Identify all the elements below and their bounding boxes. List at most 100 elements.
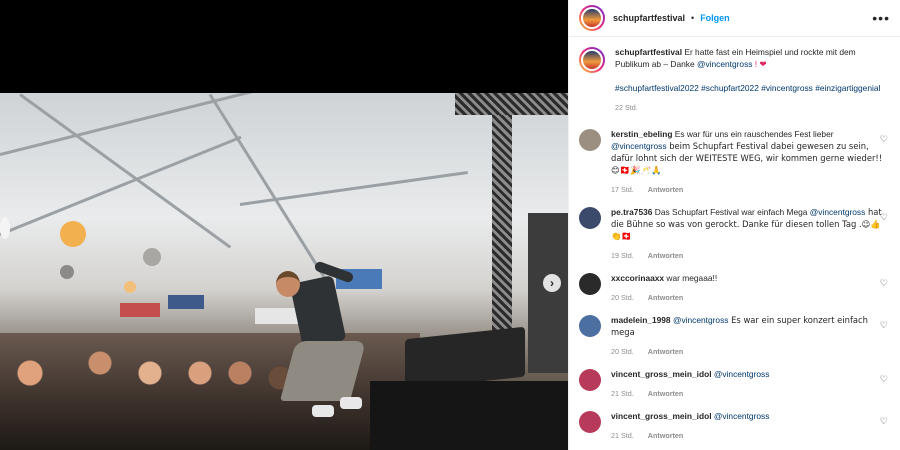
next-image-chevron-right-icon[interactable]: › — [543, 274, 561, 292]
commenter-username[interactable]: xxccorinaaxx — [611, 273, 664, 283]
hashtag-list[interactable]: #schupfartfestival2022 #schupfart2022 #v… — [615, 83, 880, 93]
comments-list[interactable]: schupfartfestival Er hatte fast ein Heim… — [569, 38, 900, 450]
singer-legs — [279, 341, 367, 401]
comment-text: xxccorinaaxx war megaaa!! 20 Std. Antworte… — [611, 272, 883, 304]
comment-mention[interactable]: @vincentgross — [673, 315, 729, 325]
comment-mention[interactable]: @vincentgross — [714, 411, 770, 421]
comment-meta: 21 Std. Antworten — [611, 430, 883, 442]
comment-body-start: Das Schupfart Festival war einfach Mega — [654, 207, 810, 217]
comment-meta: 17 Std. Antworten — [611, 184, 883, 196]
commenter-username[interactable]: vincent_gross_mein_idol — [611, 369, 712, 379]
jumping-singer — [268, 260, 368, 435]
comment-meta: 20 Std. Antworten — [611, 346, 883, 358]
separator-dot: • — [691, 13, 695, 23]
account-avatar[interactable] — [579, 5, 605, 31]
commenter-username[interactable]: pe.tra7536 — [611, 207, 652, 217]
comment-item: pe.tra7536 Das Schupfart Festival war ei… — [579, 206, 890, 262]
like-heart-icon[interactable]: ♡ — [880, 416, 888, 427]
comment-text: madelein_1998 @vincentgross Es war ein s… — [611, 314, 883, 358]
comment-meta: 20 Std. Antworten — [611, 292, 883, 304]
comment-thread: kerstin_ebeling Es war für uns ein rausc… — [579, 128, 890, 442]
comment-meta: 21 Std. Antworten — [611, 388, 883, 400]
sponsor-banner — [168, 295, 204, 309]
caption-text: schupfartfestival Er hatte fast ein Heim… — [615, 46, 887, 114]
sponsor-banner — [120, 303, 160, 317]
commenter-avatar[interactable] — [579, 411, 601, 433]
like-heart-icon[interactable]: ♡ — [880, 374, 888, 385]
reply-button[interactable]: Antworten — [648, 431, 684, 440]
caption-tail: ! ❤ — [754, 59, 767, 69]
caption-mention[interactable]: @vincentgross — [697, 59, 753, 69]
comment-item: vincent_gross_mein_idol @vincentgross 21 … — [579, 410, 890, 442]
like-heart-icon[interactable]: ♡ — [880, 278, 888, 289]
comment-timestamp: 19 Std. — [611, 251, 634, 260]
comment-mention[interactable]: @vincentgross — [714, 369, 770, 379]
comment-text: vincent_gross_mein_idol @vincentgross 21 … — [611, 368, 883, 400]
commenter-avatar[interactable] — [579, 273, 601, 295]
tent-beam — [0, 93, 292, 156]
stage-truss — [492, 93, 512, 363]
more-options-icon[interactable]: ••• — [872, 10, 890, 26]
comment-timestamp: 21 Std. — [611, 389, 634, 398]
comment-body-start: Es war für uns ein rauschendes Fest lieb… — [674, 129, 834, 139]
comment-timestamp: 20 Std. — [611, 293, 634, 302]
concert-photo[interactable] — [0, 93, 568, 450]
comment-body-start: war megaaa!! — [666, 273, 718, 283]
lantern-balloon — [143, 248, 161, 266]
reply-button[interactable]: Antworten — [648, 251, 684, 260]
caption-meta: 22 Std. — [615, 102, 887, 114]
comment-text: pe.tra7536 Das Schupfart Festival war ei… — [611, 206, 883, 262]
comment-item: kerstin_ebeling Es war für uns ein rausc… — [579, 128, 890, 196]
lantern-balloon — [124, 281, 136, 293]
commenter-username[interactable]: madelein_1998 — [611, 315, 671, 325]
caption-timestamp: 22 Std. — [615, 103, 638, 112]
singer-shoe — [340, 397, 362, 409]
post-media-pane: › — [0, 0, 568, 450]
like-heart-icon[interactable]: ♡ — [880, 320, 888, 331]
singer-shoe — [312, 405, 334, 417]
post-caption: schupfartfestival Er hatte fast ein Heim… — [579, 46, 890, 114]
singer-head — [276, 271, 300, 297]
commenter-username[interactable]: vincent_gross_mein_idol — [611, 411, 712, 421]
like-heart-icon[interactable]: ♡ — [880, 212, 888, 223]
follow-button[interactable]: Folgen — [700, 13, 730, 23]
comment-timestamp: 20 Std. — [611, 347, 634, 356]
reply-button[interactable]: Antworten — [648, 389, 684, 398]
account-username[interactable]: schupfartfestival — [613, 13, 685, 23]
comment-item: vincent_gross_mein_idol @vincentgross 21 … — [579, 368, 890, 400]
comment-timestamp: 21 Std. — [611, 431, 634, 440]
comment-item: xxccorinaaxx war megaaa!! 20 Std. Antworte… — [579, 272, 890, 304]
lantern-balloon — [0, 217, 10, 239]
comment-item: madelein_1998 @vincentgross Es war ein s… — [579, 314, 890, 358]
commenter-avatar[interactable] — [579, 369, 601, 391]
comment-text: kerstin_ebeling Es war für uns ein rausc… — [611, 128, 883, 196]
comment-text: vincent_gross_mein_idol @vincentgross 21 … — [611, 410, 883, 442]
reply-button[interactable]: Antworten — [648, 185, 684, 194]
stage-backdrop — [528, 213, 568, 373]
caption-avatar[interactable] — [579, 47, 605, 73]
lantern-balloon — [60, 265, 74, 279]
post-header: schupfartfestival • Folgen ••• — [569, 0, 900, 37]
commenter-avatar[interactable] — [579, 315, 601, 337]
commenter-avatar[interactable] — [579, 207, 601, 229]
stage-monitor-speaker — [405, 326, 525, 390]
reply-button[interactable]: Antworten — [648, 347, 684, 356]
post-sidebar: schupfartfestival • Folgen ••• schupfart… — [568, 0, 900, 450]
tent-beam — [19, 93, 232, 249]
comment-mention[interactable]: @vincentgross — [810, 207, 866, 217]
comment-meta: 19 Std. Antworten — [611, 250, 883, 262]
stage-equipment — [370, 381, 568, 450]
caption-hashtags: #schupfartfestival2022 #schupfart2022 #v… — [615, 82, 887, 94]
like-heart-icon[interactable]: ♡ — [880, 134, 888, 145]
comment-timestamp: 17 Std. — [611, 185, 634, 194]
instagram-post-view: › schupfartfestival • Folgen ••• schupfa… — [0, 0, 900, 450]
reply-button[interactable]: Antworten — [648, 293, 684, 302]
stage-truss — [455, 93, 568, 115]
tent-beam — [239, 171, 468, 206]
lantern-balloon — [60, 221, 86, 247]
comment-mention[interactable]: @vincentgross — [611, 141, 667, 151]
caption-username[interactable]: schupfartfestival — [615, 47, 682, 57]
commenter-avatar[interactable] — [579, 129, 601, 151]
tent-beam — [0, 135, 242, 236]
commenter-username[interactable]: kerstin_ebeling — [611, 129, 672, 139]
